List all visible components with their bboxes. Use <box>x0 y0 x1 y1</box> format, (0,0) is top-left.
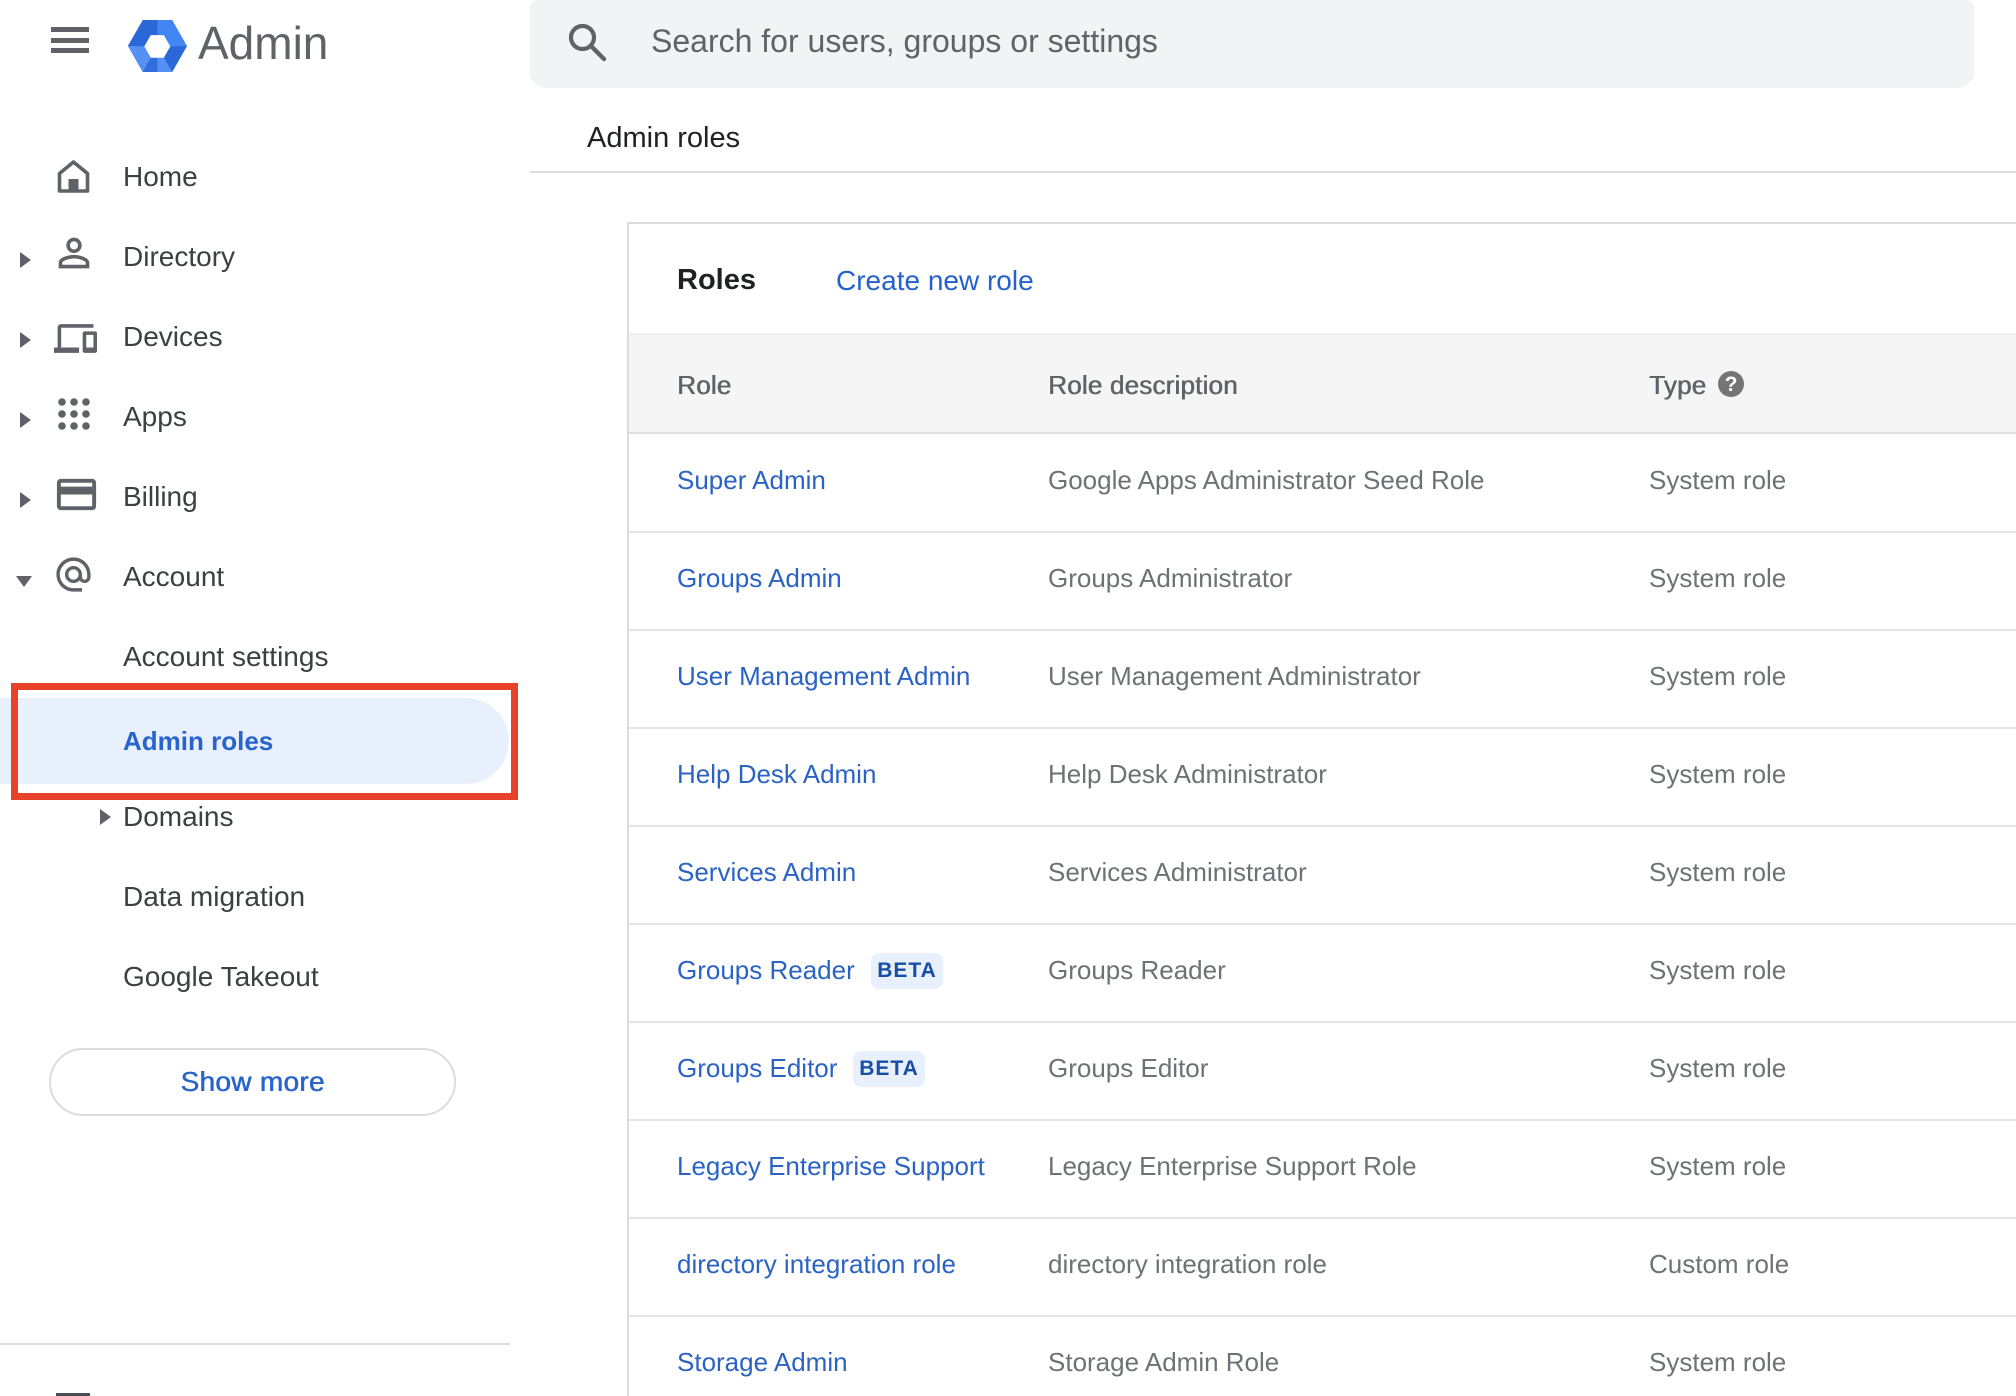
svg-text:?: ? <box>1725 373 1738 396</box>
